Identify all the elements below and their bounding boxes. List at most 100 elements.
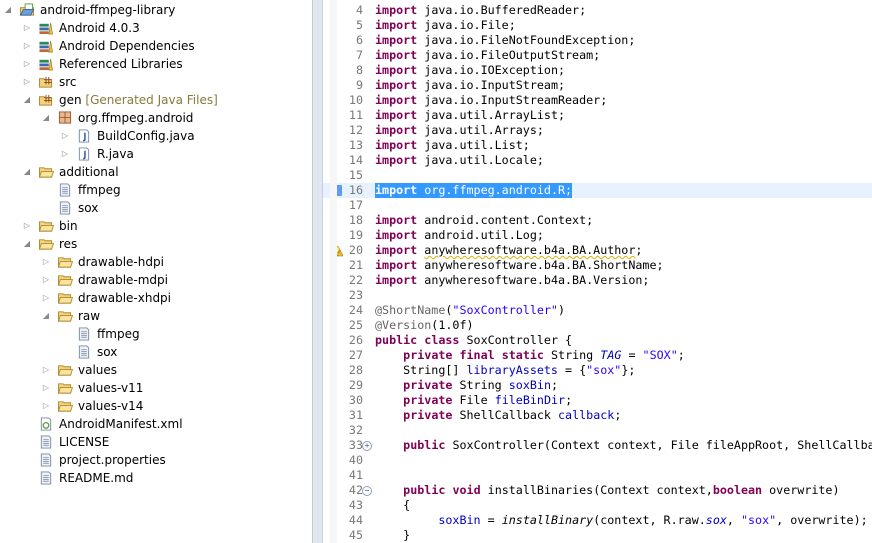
expand-arrow-icon[interactable]: ▷	[22, 217, 32, 235]
expand-arrow-icon[interactable]: ▷	[22, 37, 32, 55]
code-token: )	[557, 303, 566, 317]
fold-collapse-icon[interactable]: −	[362, 486, 372, 496]
code-token: class	[424, 333, 460, 347]
code-line[interactable]: 40	[323, 453, 872, 468]
code-line[interactable]: 43 {	[323, 498, 872, 513]
code-token: java.io.FileOutputStream;	[424, 48, 601, 62]
code-line[interactable]: 4 import java.io.BufferedReader;	[323, 3, 872, 18]
code-line[interactable]: 12 import java.util.Arrays;	[323, 123, 872, 138]
code-token: soxBin	[438, 513, 481, 527]
code-line[interactable]: 44 soxBin = installBinary(context, R.raw…	[323, 513, 872, 528]
code-line[interactable]: 33 + public SoxController(Context context…	[323, 438, 872, 453]
code-token: public	[403, 438, 446, 452]
code-token: callback	[558, 408, 615, 422]
expand-arrow-icon[interactable]: ▷	[41, 397, 51, 415]
code-line[interactable]: 28 String[] libraryAssets = {"sox"};	[323, 363, 872, 378]
code-line[interactable]: 26 public class SoxController {	[323, 333, 872, 348]
code-line[interactable]: 21 import anywheresoftware.b4a.BA.ShortNa…	[323, 258, 872, 273]
line-number: 27	[348, 348, 363, 362]
code-line[interactable]: 23	[323, 288, 872, 303]
expand-arrow-icon[interactable]: ▷	[41, 253, 51, 271]
code-line[interactable]: 11 import java.util.ArrayList;	[323, 108, 872, 123]
code-line[interactable]: 20 import anywheresoftware.b4a.BA.Author;	[323, 243, 872, 258]
expand-arrow-icon[interactable]: ▷	[22, 73, 32, 91]
tree-item-label: AndroidManifest.xml	[59, 417, 183, 431]
code-line[interactable]: 17	[323, 198, 872, 213]
line-number: 24	[348, 303, 363, 317]
line-number: 45	[348, 528, 363, 542]
code-token: java.io.File;	[424, 18, 516, 32]
line-number: 15	[348, 168, 363, 182]
code-token: anywheresoftware.b4a.BA.ShortName;	[424, 258, 664, 272]
code-text: import android.util.Log;	[375, 228, 544, 243]
code-line[interactable]: 41	[323, 468, 872, 483]
expand-arrow-icon[interactable]: ▷	[60, 145, 70, 163]
expand-arrow-icon[interactable]: ▷	[41, 361, 51, 379]
tree-item-label: src	[59, 75, 77, 89]
expand-arrow-icon[interactable]: ▷	[60, 127, 70, 145]
code-line[interactable]: 42− public void installBinaries(Context …	[323, 483, 872, 498]
code-line[interactable]: 14 import java.util.Locale;	[323, 153, 872, 168]
code-line[interactable]: 9 import java.io.InputStream;	[323, 78, 872, 93]
code-editor[interactable]: 4 import java.io.BufferedReader; 5 import j…	[323, 0, 872, 543]
expand-arrow-icon[interactable]: ▷	[22, 19, 32, 37]
code-token: "sox"	[740, 513, 777, 527]
code-text: String[] libraryAssets = {"sox"};	[375, 363, 635, 378]
code-line[interactable]: 27 private final static String TAG = "SO…	[323, 348, 872, 363]
code-line[interactable]: 15	[323, 168, 872, 183]
code-token: {	[375, 498, 411, 512]
code-line[interactable]: 6 import java.io.FileNotFoundException;	[323, 33, 872, 48]
code-token: (1.0f)	[431, 318, 474, 332]
tree-item-label: values-v14	[78, 399, 144, 413]
java-file-icon	[76, 129, 92, 143]
library-icon	[38, 39, 54, 53]
line-number: 26	[348, 333, 363, 347]
code-line[interactable]: 19 import android.util.Log;	[323, 228, 872, 243]
code-token: private	[403, 348, 453, 362]
line-number: 29	[348, 378, 363, 392]
code-token: java.util.Arrays;	[424, 123, 544, 137]
code-line[interactable]: 31 private ShellCallback callback;	[323, 408, 872, 423]
code-text: import java.util.Locale;	[375, 153, 544, 168]
code-token: (context, R.raw.	[593, 513, 706, 527]
fold-expand-icon[interactable]: +	[362, 441, 372, 451]
code-line[interactable]: 13 import java.util.List;	[323, 138, 872, 153]
code-token: import	[375, 123, 418, 137]
code-text: import java.io.FileOutputStream;	[375, 48, 600, 63]
expand-arrow-icon[interactable]: ▷	[22, 55, 32, 73]
code-line[interactable]: 22 import anywheresoftware.b4a.BA.Version…	[323, 273, 872, 288]
code-line[interactable]: 7 import java.io.FileOutputStream;	[323, 48, 872, 63]
code-token: String[]	[375, 363, 467, 377]
code-line[interactable]: 8 import java.io.IOException;	[323, 63, 872, 78]
code-line[interactable]: 32	[323, 423, 872, 438]
code-text: soxBin = installBinary(context, R.raw.so…	[375, 513, 867, 528]
expand-arrow-icon[interactable]: ▷	[41, 271, 51, 289]
collapse-arrow-icon[interactable]: ◢	[41, 307, 51, 325]
line-number: 4	[355, 3, 363, 17]
expand-arrow-icon[interactable]: ▷	[41, 379, 51, 397]
code-token: java.io.BufferedReader;	[424, 3, 587, 17]
code-line[interactable]: 10 import java.io.InputStreamReader;	[323, 93, 872, 108]
code-line[interactable]: 5 import java.io.File;	[323, 18, 872, 33]
collapse-arrow-icon[interactable]: ◢	[41, 109, 51, 127]
code-token: "sox"	[586, 363, 622, 377]
editor-annotation-gutter	[330, 0, 337, 543]
code-line[interactable]: 30 private File fileBinDir;	[323, 393, 872, 408]
code-line[interactable]: 18 import android.content.Context;	[323, 213, 872, 228]
code-line[interactable]: 45 }	[323, 528, 872, 543]
code-line[interactable]: 25 @Version(1.0f)	[323, 318, 872, 333]
code-line[interactable]: 29 private String soxBin;	[323, 378, 872, 393]
expand-arrow-icon[interactable]: ▷	[41, 289, 51, 307]
collapse-arrow-icon[interactable]: ◢	[22, 235, 32, 253]
collapse-arrow-icon[interactable]: ◢	[22, 91, 32, 109]
collapse-arrow-icon[interactable]: ◢	[3, 1, 13, 19]
code-line[interactable]: 24 @ShortName("SoxController")	[323, 303, 872, 318]
code-token: @Version	[375, 318, 432, 332]
collapse-arrow-icon[interactable]: ◢	[22, 163, 32, 181]
code-line[interactable]: 16 import org.ffmpeg.android.R;	[323, 183, 872, 198]
code-text: }	[375, 528, 410, 543]
tree-item-label: README.md	[59, 471, 134, 485]
